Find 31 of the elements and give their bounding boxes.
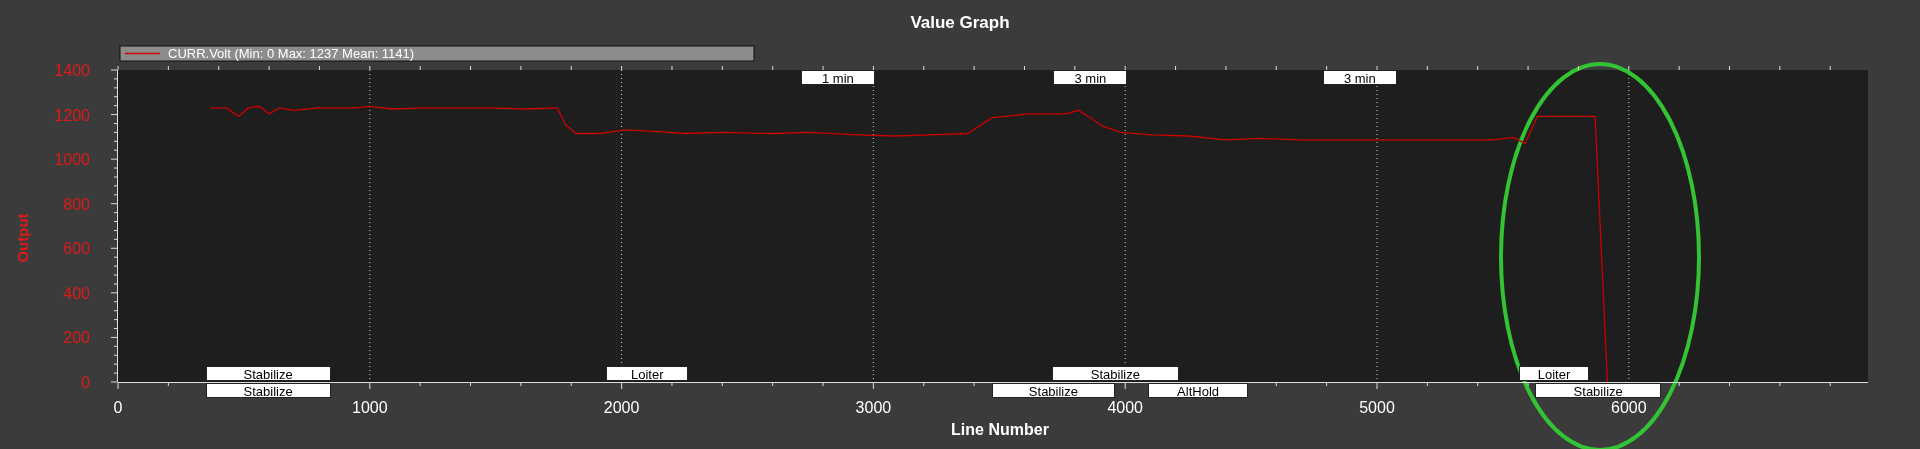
flight-mode-label: Stabilize bbox=[1052, 366, 1179, 381]
time-marker-label: 3 min bbox=[1322, 70, 1397, 85]
y-tick-label: 1200 bbox=[54, 106, 90, 124]
x-tick-label: 0 bbox=[113, 399, 123, 416]
x-tick-label: 5000 bbox=[1359, 399, 1395, 416]
flight-mode-label: Loiter bbox=[1519, 366, 1589, 381]
flight-mode-label: Loiter bbox=[606, 366, 689, 381]
x-axis-title: Line Number bbox=[951, 421, 1049, 438]
flight-mode-label: Stabilize bbox=[205, 383, 331, 398]
x-tick-label: 4000 bbox=[1107, 399, 1143, 416]
y-tick-label: 0 bbox=[81, 374, 90, 391]
time-marker-label: 3 min bbox=[1053, 70, 1128, 85]
legend-swatch bbox=[124, 52, 161, 55]
chart-title: Value Graph bbox=[910, 13, 1010, 32]
legend-label: CURR.Volt (Min: 0 Max: 1237 Mean: 1141) bbox=[168, 46, 415, 61]
x-tick-label: 2000 bbox=[603, 399, 640, 416]
x-tick-label: 6000 bbox=[1611, 399, 1647, 416]
x-tick-label: 3000 bbox=[855, 399, 892, 416]
time-marker-label: 1 min bbox=[800, 70, 875, 85]
y-tick-label: 400 bbox=[63, 284, 90, 302]
flight-mode-label: Stabilize bbox=[992, 383, 1115, 398]
flight-mode-label: Stabilize bbox=[205, 366, 331, 381]
flight-mode-label: AltHold bbox=[1147, 383, 1249, 398]
flight-mode-label: Stabilize bbox=[1535, 383, 1662, 398]
y-axis-title: Output bbox=[14, 213, 31, 263]
y-tick-label: 800 bbox=[63, 195, 90, 213]
x-tick-label: 1000 bbox=[352, 399, 388, 416]
y-tick-label: 200 bbox=[63, 329, 90, 347]
y-tick-label: 1000 bbox=[54, 151, 90, 169]
y-tick-label: 1400 bbox=[54, 62, 90, 79]
y-tick-label: 600 bbox=[63, 240, 90, 258]
